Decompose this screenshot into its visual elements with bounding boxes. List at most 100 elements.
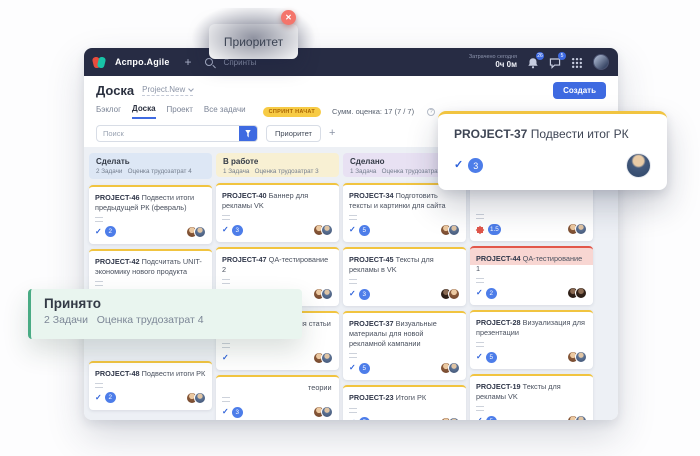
user-avatar[interactable] <box>593 54 609 70</box>
assignee-avatars <box>440 288 460 300</box>
card-title: PROJECT-44 QA-тестирование 1 <box>476 254 587 274</box>
sprint-summary: Сумм. оценка: 17 (7 / 7) <box>332 107 414 116</box>
task-card[interactable]: PROJECT-19 Тексты для рекламы VK 5 <box>470 374 593 420</box>
card-title: PROJECT-37 Визуальные материалы для ново… <box>349 319 460 349</box>
screenshot-stage: Аспро.Agile + Спринты Затрачено сегодня … <box>0 0 700 456</box>
checkmark-icon <box>222 354 229 362</box>
task-card[interactable]: теории 3 <box>216 375 339 420</box>
column-header[interactable]: Сделать 2 Задачи Оценка трудозатрат 4 <box>89 153 212 179</box>
task-card[interactable]: PROJECT-37 Визуальные материалы для ново… <box>343 311 466 380</box>
avatar <box>321 406 333 418</box>
estimate-badge: 5 <box>359 225 370 236</box>
estimate-badge: 5 <box>486 352 497 363</box>
checkmark-icon <box>476 353 483 361</box>
description-icon <box>476 406 484 411</box>
task-card[interactable]: PROJECT-46 Подвести итоги предыдущей РК … <box>89 185 212 244</box>
avatar <box>321 224 333 236</box>
estimate-badge: 3 <box>232 225 243 236</box>
estimate-badge: 3 <box>232 407 243 418</box>
app-name: Аспро.Agile <box>115 57 170 67</box>
estimate-badge: 5 <box>359 363 370 374</box>
filter-button[interactable] <box>239 125 257 142</box>
card-title: PROJECT-34 Подготовить тексты и картинки… <box>349 191 460 211</box>
estimate-badge: 5 <box>486 416 497 420</box>
assignee-avatars <box>186 392 206 404</box>
card-title: PROJECT-40 Баннер для рекламы VK <box>222 191 333 211</box>
checkmark-icon <box>349 419 356 421</box>
description-icon <box>476 278 484 283</box>
checkmark-icon <box>349 226 356 234</box>
assignee-avatars <box>440 362 460 374</box>
card-title: PROJECT-19 Тексты для рекламы VK <box>476 382 587 402</box>
popup-title: PROJECT-37 Подвести итог РК <box>454 127 651 141</box>
task-popup[interactable]: PROJECT-37 Подвести итог РК 3 <box>438 111 667 190</box>
time-tracker-value: 0ч 0м <box>469 60 517 70</box>
description-icon <box>222 215 230 220</box>
estimate-badge: 3 <box>468 158 483 173</box>
avatar <box>194 226 206 238</box>
description-icon <box>476 214 484 219</box>
card-title: теории <box>222 383 333 393</box>
search-box <box>96 125 258 142</box>
card-title: PROJECT-48 Подвести итоги РК <box>95 369 206 379</box>
task-card[interactable]: PROJECT-23 Итоги РК 5 <box>343 385 466 420</box>
messages-button[interactable]: 5 <box>549 56 561 68</box>
project-selector-value: Project.New <box>142 85 185 94</box>
search-input[interactable] <box>97 129 239 138</box>
tab-board[interactable]: Доска <box>132 104 155 119</box>
column-header[interactable]: В работе 1 Задача Оценка трудозатрат 3 <box>216 153 339 177</box>
checkmark-icon <box>222 408 229 416</box>
topbar: Аспро.Agile + Спринты Затрачено сегодня … <box>84 48 618 76</box>
time-tracker[interactable]: Затрачено сегодня 0ч 0м <box>469 54 517 71</box>
tab-all-tasks[interactable]: Все задачи <box>204 105 246 118</box>
page-title: Доска <box>96 83 134 98</box>
estimate-badge: 1.5 <box>488 224 501 235</box>
avatar <box>575 223 587 235</box>
assignee-avatars <box>313 406 333 418</box>
task-card[interactable]: PROJECT-28 Визуализация для презентации … <box>470 310 593 369</box>
task-card[interactable]: PROJECT-40 Баннер для рекламы VK 3 <box>216 183 339 242</box>
description-icon <box>95 281 103 286</box>
add-filter-icon[interactable] <box>329 128 335 139</box>
column-in-progress: В работе 1 Задача Оценка трудозатрат 3 P… <box>216 153 339 420</box>
checkmark-icon <box>476 417 483 420</box>
grid-icon <box>571 57 583 69</box>
notifications-button[interactable]: 26 <box>527 56 539 68</box>
column-accepted: 1.5 PROJECT-44 QA-тестирование 1 2 PROJE… <box>470 153 593 420</box>
checkmark-icon <box>95 228 102 236</box>
tab-project[interactable]: Проект <box>167 105 193 118</box>
task-card[interactable]: PROJECT-44 QA-тестирование 1 2 <box>470 246 593 305</box>
time-tracker-label: Затрачено сегодня <box>469 54 517 61</box>
checkmark-icon <box>349 364 356 372</box>
assignee-avatars <box>186 226 206 238</box>
project-selector[interactable]: Project.New <box>142 85 193 96</box>
task-card[interactable]: PROJECT-45 Тексты для рекламы в VK 3 <box>343 247 466 306</box>
description-icon <box>349 408 357 413</box>
priority-filter-chip[interactable]: Приоритет <box>266 125 321 142</box>
description-icon <box>222 343 230 348</box>
column-todo: Сделать 2 Задачи Оценка трудозатрат 4 PR… <box>89 153 212 420</box>
card-title: PROJECT-47 QA-тестирование 2 <box>222 255 333 275</box>
task-card[interactable]: PROJECT-48 Подвести итоги РК 2 <box>89 361 212 410</box>
assignee-avatars <box>313 288 333 300</box>
task-card[interactable]: PROJECT-34 Подготовить тексты и картинки… <box>343 183 466 242</box>
task-card[interactable]: 1.5 <box>470 183 593 241</box>
assignee-avatars <box>567 351 587 363</box>
estimate-badge: 2 <box>486 288 497 299</box>
tab-backlog[interactable]: Бэклог <box>96 105 121 118</box>
close-icon[interactable] <box>281 10 296 25</box>
assignee-avatars <box>567 287 587 299</box>
help-icon[interactable] <box>427 108 435 116</box>
estimate-badge: 2 <box>105 226 116 237</box>
estimate-badge: 3 <box>359 289 370 300</box>
card-title: PROJECT-23 Итоги РК <box>349 393 460 403</box>
avatar <box>321 352 333 364</box>
assignee-avatar <box>626 153 651 178</box>
avatar <box>448 417 460 421</box>
accepted-column-popup: Принято 2 Задачи Оценка трудозатрат 4 <box>28 289 302 339</box>
apps-grid-button[interactable] <box>571 56 583 68</box>
checkmark-icon <box>349 290 356 298</box>
create-button[interactable]: Создать <box>553 82 606 99</box>
description-icon <box>349 353 357 358</box>
assignee-avatars <box>313 352 333 364</box>
